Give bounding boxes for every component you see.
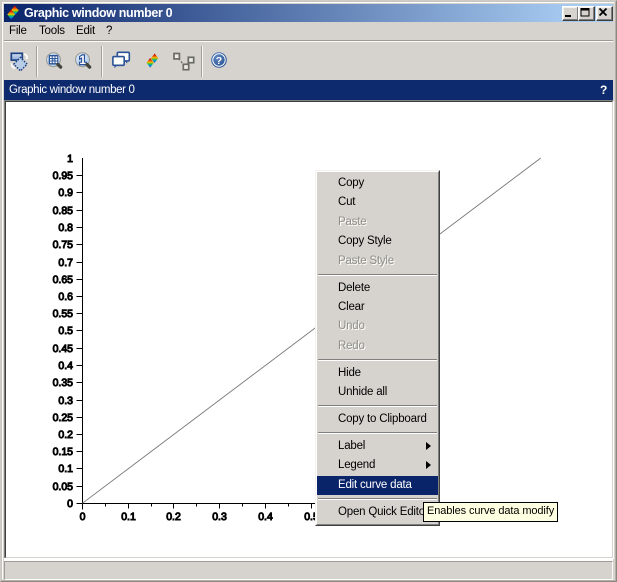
svg-text:0.2: 0.2 (58, 429, 73, 441)
svg-text:0.25: 0.25 (53, 412, 74, 424)
svg-text:0.35: 0.35 (53, 377, 74, 389)
svg-text:0.1: 0.1 (121, 511, 136, 523)
svg-text:0.4: 0.4 (258, 511, 273, 523)
svg-text:0.45: 0.45 (53, 343, 74, 355)
svg-text:0.55: 0.55 (53, 308, 74, 320)
svg-text:0.8: 0.8 (58, 222, 73, 234)
svg-text:0.1: 0.1 (58, 463, 73, 475)
svg-text:0.4: 0.4 (58, 360, 73, 372)
svg-text:0: 0 (67, 498, 73, 510)
svg-text:0.3: 0.3 (58, 395, 73, 407)
svg-text:0.15: 0.15 (53, 446, 74, 458)
svg-text:0.3: 0.3 (212, 511, 227, 523)
svg-text:0.65: 0.65 (53, 274, 74, 286)
svg-text:0.05: 0.05 (53, 481, 74, 493)
svg-text:0.5: 0.5 (58, 325, 73, 337)
svg-text:0.2: 0.2 (166, 511, 181, 523)
svg-text:0.75: 0.75 (53, 239, 74, 251)
svg-text:1: 1 (67, 153, 73, 165)
svg-text:0.7: 0.7 (58, 257, 73, 269)
svg-text:0: 0 (80, 511, 86, 523)
svg-text:0.6: 0.6 (58, 291, 73, 303)
svg-text:0.9: 0.9 (58, 187, 73, 199)
svg-text:0.95: 0.95 (53, 170, 74, 182)
svg-text:0.85: 0.85 (53, 205, 74, 217)
